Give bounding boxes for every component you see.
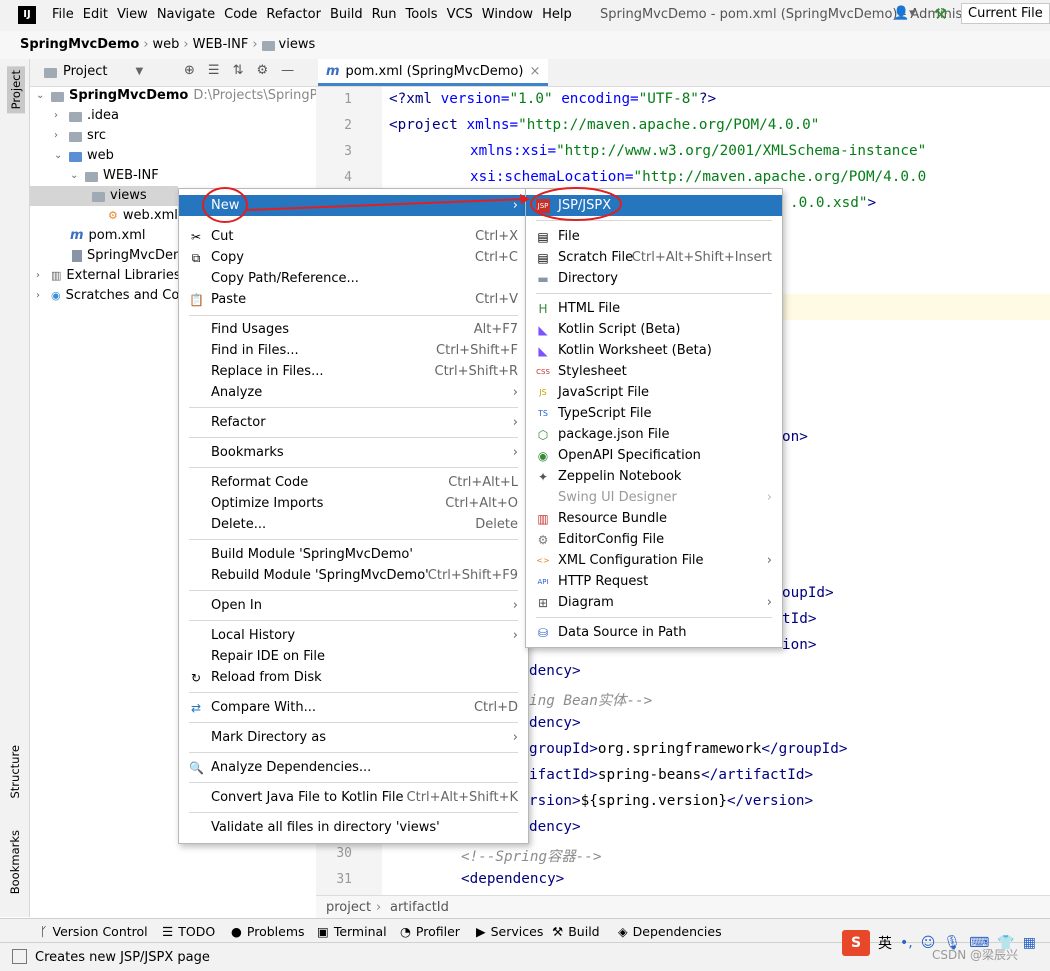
annotation-arrowhead bbox=[520, 194, 530, 204]
annotation-overlay bbox=[202, 187, 622, 223]
annotation-arrow bbox=[246, 198, 529, 211]
annotation-circle-new bbox=[202, 187, 248, 223]
annotation-circle-jsp bbox=[530, 187, 622, 221]
